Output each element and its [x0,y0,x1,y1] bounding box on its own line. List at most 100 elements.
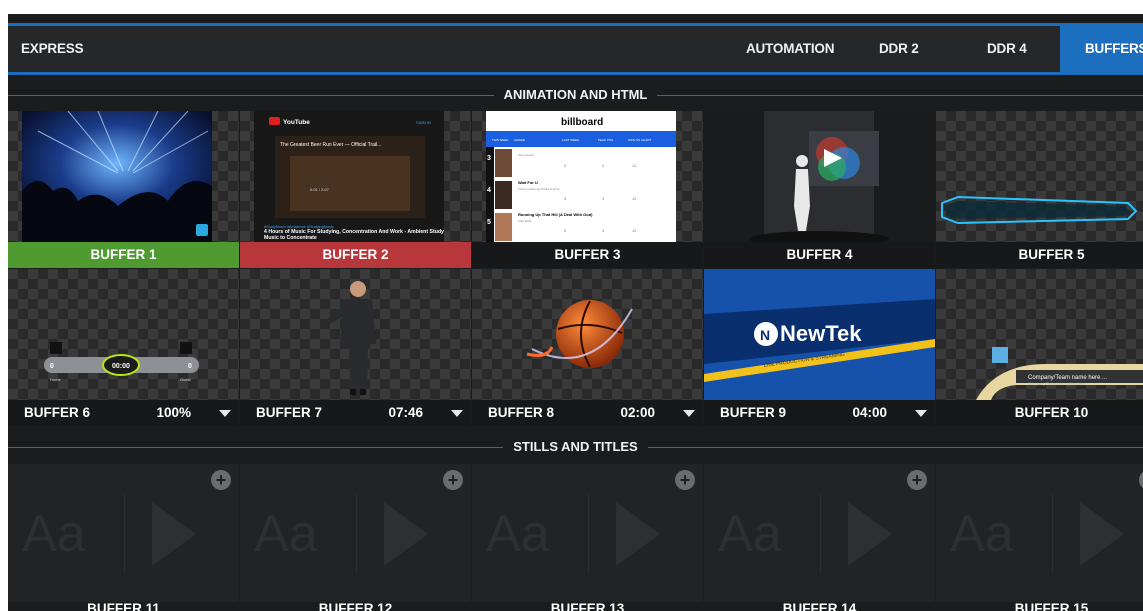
presenter-image [324,281,376,395]
buffer-9-thumbnail[interactable]: N NewTek LIVE PRODUCTION & STREAMING [704,269,935,400]
buffer-9-value: 04:00 [852,405,887,420]
buffer-9-label[interactable]: BUFFER 9 04:00 [704,400,935,426]
buffer-7-value: 07:46 [388,405,423,420]
section-header-animation: ANIMATION AND HTML [8,82,1143,108]
chevron-down-icon[interactable] [219,410,231,417]
scoreboard-home-label: Home [50,377,61,382]
buffer-4-name: BUFFER 4 [786,247,853,262]
billboard-col-last-week: LAST WEEK [562,138,579,142]
scoreboard-clock: 00:00 [112,363,130,370]
tab-buffers[interactable]: BUFFERS [1060,26,1143,72]
tab-express[interactable]: EXPRESS [21,26,84,72]
billboard-brand: billboard [561,117,603,128]
buffer-7-thumbnail[interactable] [240,269,471,400]
buffer-5-thumbnail[interactable] [936,111,1143,242]
buffer-5-label[interactable]: BUFFER 5 [936,242,1143,268]
buffer-11-label[interactable]: BUFFER 11 [8,601,239,611]
buffer-7-label[interactable]: BUFFER 7 07:46 [240,400,471,426]
lower-third-graphic [941,195,1138,225]
buffer-3-thumbnail[interactable]: billboard THIS WEEK AWARD LAST WEEK PEAK… [472,111,703,242]
buffer-5-name: BUFFER 5 [1018,247,1085,262]
scoreboard-guest-label: Guest [180,377,192,382]
buffer-10-thumbnail[interactable]: Company/Team name here ... Company/Team … [936,269,1143,400]
add-icon[interactable]: + [211,470,231,490]
youtube-page-image: YouTube SIGN IN The Greatest Beer Run Ev… [254,111,444,242]
buffer-6-name: BUFFER 6 [24,405,91,420]
section-title-stills: STILLS AND TITLES [503,439,648,454]
text-aa-icon: Aa [22,505,86,563]
scoreboard-graphic: 00:00 0 0 Home Guest [44,342,199,382]
buffer-12-slot[interactable]: Aa + [240,464,471,602]
scoreboard-guest-score: 0 [188,363,192,370]
buffer-4-label[interactable]: BUFFER 4 [704,242,935,268]
buffer-8-thumbnail[interactable] [472,269,703,400]
newtek-graphic: N NewTek LIVE PRODUCTION & STREAMING [704,269,935,400]
play-icon [1080,502,1124,566]
virtual-set-image [704,111,935,242]
buffer-8-name: BUFFER 8 [488,405,555,420]
billboard-artist: Kate Bush [518,219,532,223]
billboard-col-award: AWARD [514,138,526,142]
billboard-page-image: billboard THIS WEEK AWARD LAST WEEK PEAK… [486,111,676,242]
add-icon[interactable]: + [907,470,927,490]
buffer-6-thumbnail[interactable]: 00:00 0 0 Home Guest [8,269,239,400]
text-aa-icon: Aa [254,505,318,563]
buffer-9-name: BUFFER 9 [720,405,787,420]
lower-third-description: Company/Team description here ... [1028,381,1090,386]
billboard-title: Wait For U [518,180,538,185]
buffer-2-thumbnail[interactable]: YouTube SIGN IN The Greatest Beer Run Ev… [240,111,471,242]
play-icon [848,502,892,566]
buffer-7-name: BUFFER 7 [256,405,323,420]
buffer-13-label[interactable]: BUFFER 13 [472,601,703,611]
buffer-10-name: BUFFER 10 [1014,405,1089,420]
billboard-col-this-week: THIS WEEK [492,138,509,142]
buffer-2-name: BUFFER 2 [322,247,389,262]
newtek-brand: NewTek [780,321,862,346]
chevron-down-icon[interactable] [683,410,695,417]
buffer-14-label[interactable]: BUFFER 14 [704,601,935,611]
buffer-3-name: BUFFER 3 [554,247,621,262]
slot-divider [356,494,357,574]
billboard-rank: 3 [487,155,491,162]
buffer-1-thumbnail[interactable] [8,111,239,242]
youtube-video-title: The Greatest Beer Run Ever — Official Tr… [280,142,381,148]
buffer-15-label[interactable]: BUFFER 15 [936,601,1143,611]
app-window: EXPRESS AUTOMATION DDR 2 DDR 4 BUFFERS A… [8,14,1143,611]
billboard-rank: 5 [487,219,491,226]
section-header-stills: STILLS AND TITLES [8,434,1143,460]
add-icon[interactable]: + [1139,470,1143,490]
slot-divider [820,494,821,574]
text-aa-icon: Aa [950,505,1014,563]
buffer-2-label[interactable]: BUFFER 2 [240,242,471,268]
billboard-col-weeks: WKS ON CHART [628,138,651,142]
buffer-3-label[interactable]: BUFFER 3 [472,242,703,268]
buffer-6-label[interactable]: BUFFER 6 100% [8,400,239,426]
buffer-4-thumbnail[interactable] [704,111,935,242]
slot-divider [588,494,589,574]
basketball-graphic [526,300,633,368]
buffer-12-label[interactable]: BUFFER 12 [240,601,471,611]
section-title-animation: ANIMATION AND HTML [493,87,658,102]
buffer-6-value: 100% [156,405,191,420]
tab-automation[interactable]: AUTOMATION [746,26,834,72]
lower-third-image: Company/Team name here ... Company/Team … [976,347,1143,400]
buffer-8-label[interactable]: BUFFER 8 02:00 [472,400,703,426]
tab-ddr4[interactable]: DDR 4 [987,26,1027,72]
buffer-15-slot[interactable]: Aa + [936,464,1143,602]
add-icon[interactable]: + [443,470,463,490]
scoreboard-home-score: 0 [50,363,54,370]
tab-ddr2[interactable]: DDR 2 [879,26,919,72]
buffer-14-slot[interactable]: Aa + [704,464,935,602]
chevron-down-icon[interactable] [915,410,927,417]
svg-text:N: N [760,327,770,343]
buffer-13-slot[interactable]: Aa + [472,464,703,602]
text-aa-icon: Aa [486,505,550,563]
buffer-11-slot[interactable]: Aa + [8,464,239,602]
buffer-10-label[interactable]: BUFFER 10 [936,400,1143,426]
billboard-col-peak: PEAK POS. [598,138,614,142]
buffer-1-label[interactable]: BUFFER 1 [8,242,239,268]
add-icon[interactable]: + [675,470,695,490]
chevron-down-icon[interactable] [451,410,463,417]
play-icon [384,502,428,566]
tab-bar-underline [8,72,1143,75]
